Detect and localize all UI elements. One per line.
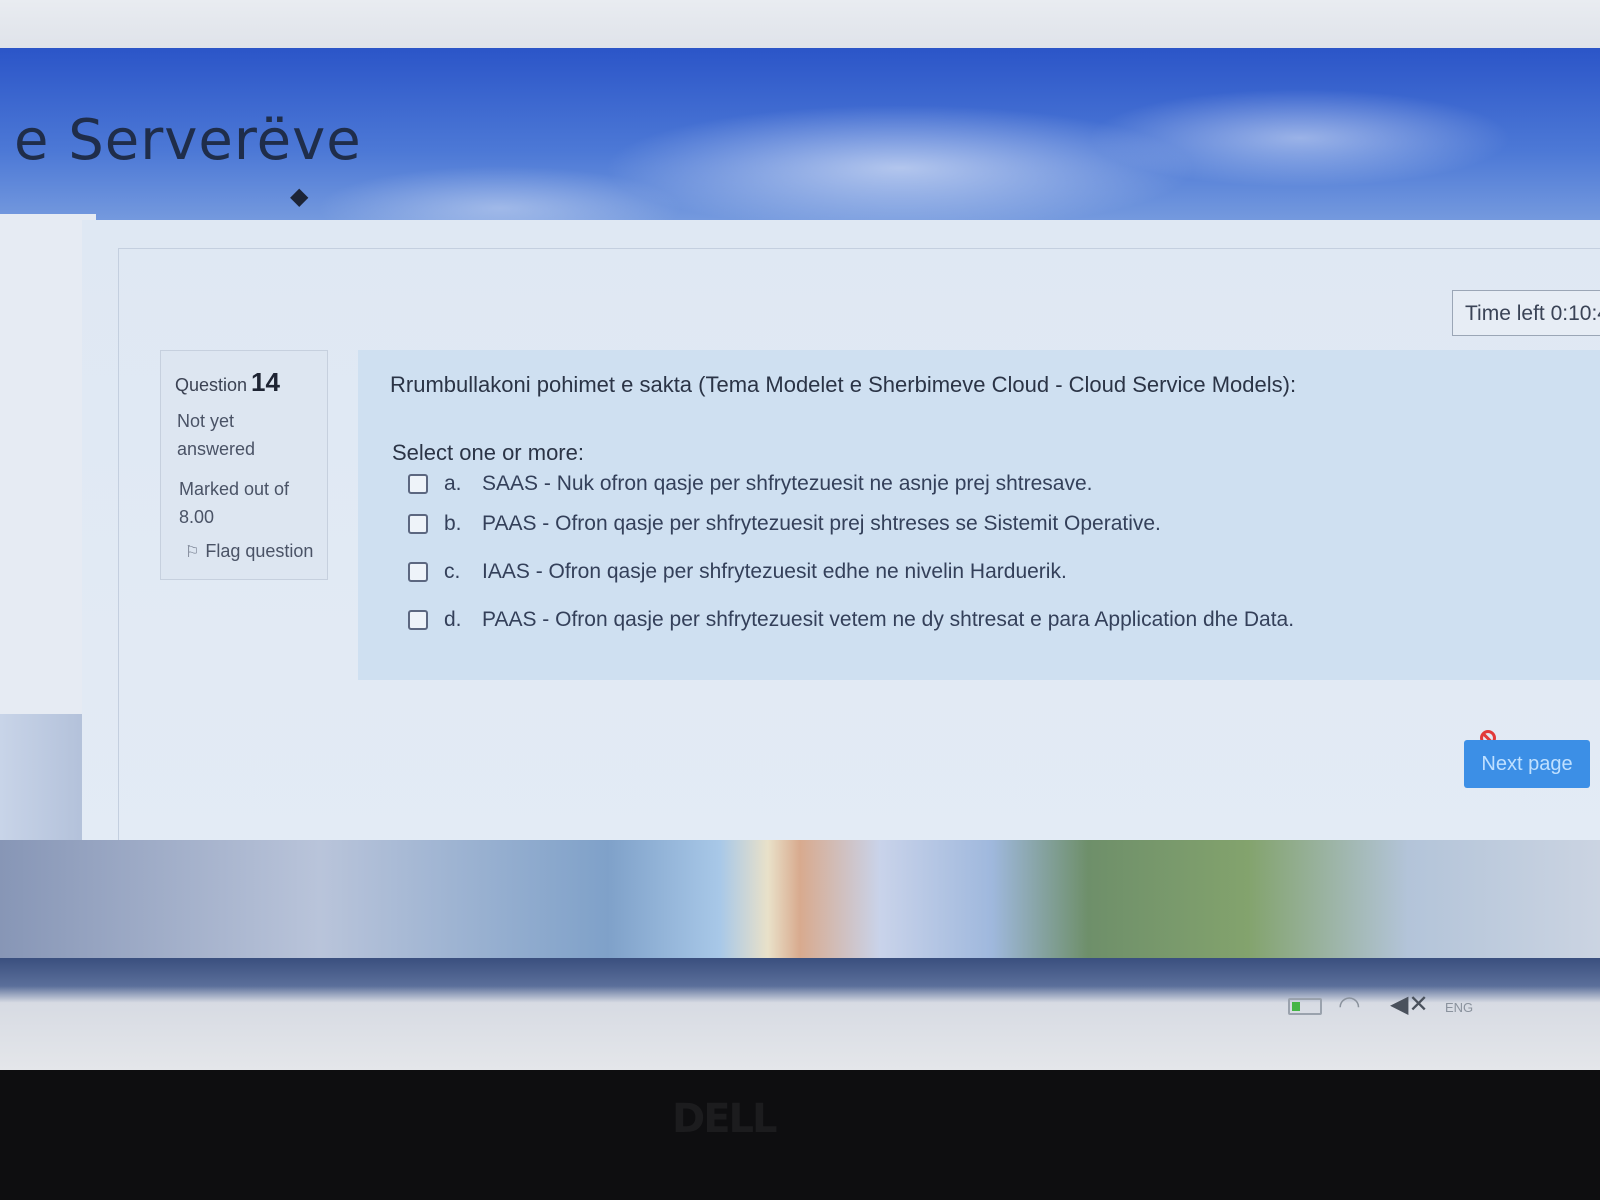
answer-option[interactable]: d. PAAS - Ofron qasje per shfrytezuesit … <box>408 608 1294 632</box>
screen: e Serverëve ◆ Time left 0:10:4 Question 1… <box>0 0 1600 1070</box>
answer-letter: a. <box>444 472 462 495</box>
answer-checkbox[interactable] <box>408 562 428 582</box>
answer-text: SAAS - Nuk ofron qasje per shfrytezuesit… <box>482 472 1093 495</box>
question-label-text: Question <box>175 375 248 395</box>
question-info-box: Question 14 Not yet answered Marked out o… <box>160 350 328 580</box>
wifi-icon[interactable]: ◠ <box>1338 990 1361 1021</box>
flag-icon: ⚐ <box>185 544 200 561</box>
answer-option[interactable]: c. IAAS - Ofron qasje per shfrytezuesit … <box>408 560 1067 584</box>
answer-option[interactable]: a. SAAS - Nuk ofron qasje per shfrytezue… <box>408 472 1092 496</box>
question-state: Not yet answered <box>177 411 256 459</box>
time-left-timer: Time left 0:10:4 <box>1452 290 1600 336</box>
answer-text: PAAS - Ofron qasje per shfrytezuesit vet… <box>482 608 1295 631</box>
answer-option[interactable]: b. PAAS - Ofron qasje per shfrytezuesit … <box>408 512 1161 536</box>
question-number: 14 <box>251 367 280 397</box>
answer-checkbox[interactable] <box>408 514 428 534</box>
language-indicator[interactable]: ENG <box>1445 1000 1473 1015</box>
answer-text: IAAS - Ofron qasje per shfrytezuesit edh… <box>482 560 1067 583</box>
question-label: Question 14 <box>175 367 280 398</box>
footer-building-image <box>0 840 1600 970</box>
site-title: e Serverëve <box>14 108 362 173</box>
answer-letter: c. <box>444 560 461 583</box>
answer-prompt: Select one or more: <box>392 440 584 465</box>
monitor-logo: DELL <box>672 1096 778 1142</box>
answer-letter: b. <box>444 512 462 535</box>
flag-question-label: Flag question <box>205 541 314 561</box>
pin-icon: ◆ <box>290 183 309 210</box>
volume-muted-icon[interactable]: ◀✕ <box>1390 990 1429 1019</box>
flag-question-link[interactable]: ⚐ Flag question <box>185 541 313 562</box>
question-content: Rrumbullakoni pohimet e sakta (Tema Mode… <box>358 350 1600 680</box>
question-text: Rrumbullakoni pohimet e sakta (Tema Mode… <box>390 372 1297 397</box>
browser-top-strip <box>0 0 1600 48</box>
answer-checkbox[interactable] <box>408 610 428 630</box>
question-grade: Marked out of 8.00 <box>179 479 290 527</box>
battery-icon[interactable] <box>1288 998 1322 1015</box>
answer-letter: d. <box>444 608 462 631</box>
answer-checkbox[interactable] <box>408 474 428 494</box>
answer-text: PAAS - Ofron qasje per shfrytezuesit pre… <box>482 512 1161 535</box>
next-page-button[interactable]: Next page <box>1464 740 1590 788</box>
